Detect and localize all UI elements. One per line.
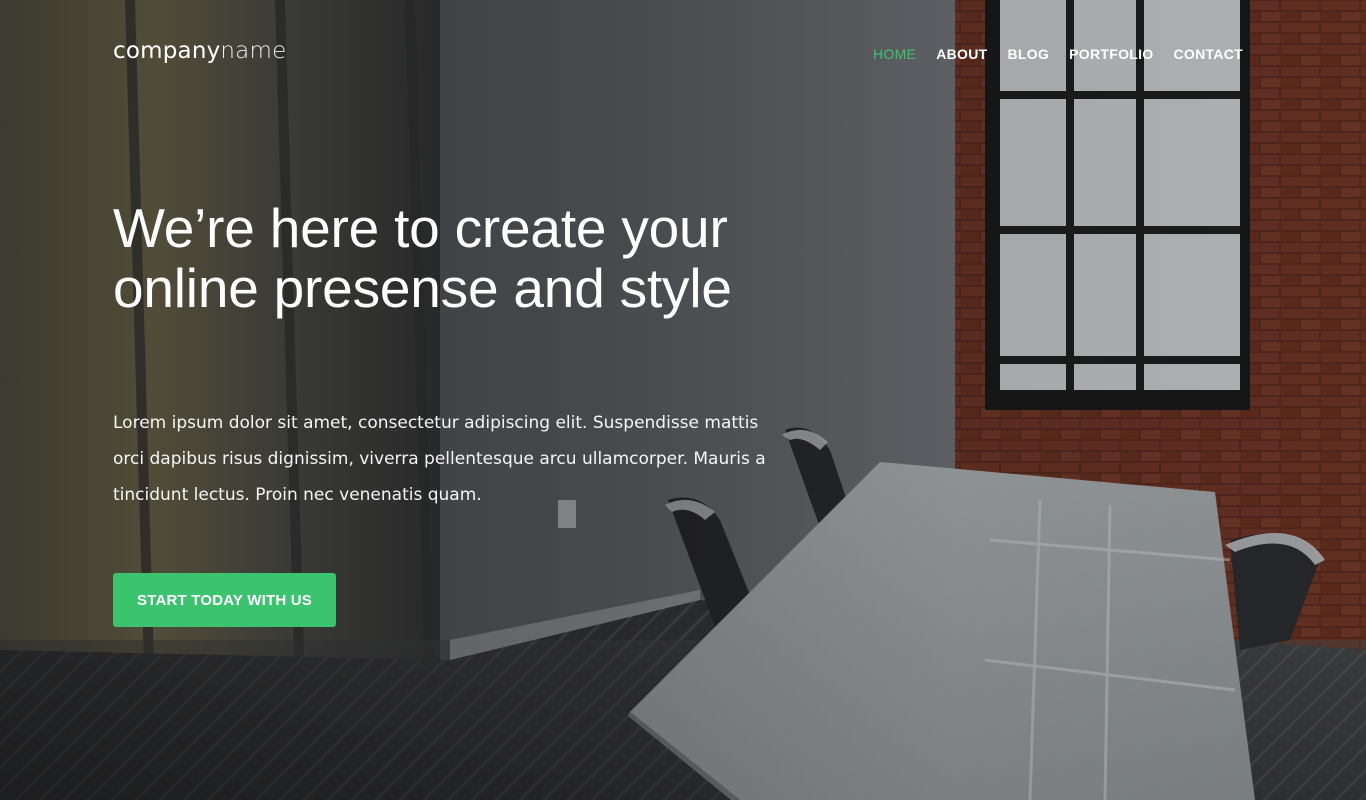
hero-headline: We’re here to create your online presens…: [113, 197, 732, 319]
hero-description: Lorem ipsum dolor sit amet, consectetur …: [113, 413, 766, 505]
nav-item-home[interactable]: HOME: [873, 44, 916, 64]
nav-item-portfolio[interactable]: PORTFOLIO: [1069, 44, 1153, 64]
logo-part-name: name: [220, 38, 287, 64]
start-today-button[interactable]: START TODAY WITH US: [113, 573, 336, 627]
dark-overlay: [0, 0, 1366, 800]
main-navigation: HOME ABOUT BLOG PORTFOLIO CONTACT: [873, 44, 1243, 64]
nav-item-about[interactable]: ABOUT: [936, 44, 987, 64]
company-logo[interactable]: companyname: [113, 36, 286, 66]
hero-section: companyname HOME ABOUT BLOG PORTFOLIO CO…: [0, 0, 1366, 800]
logo-part-company: company: [113, 38, 221, 64]
nav-item-blog[interactable]: BLOG: [1007, 44, 1049, 64]
nav-item-contact[interactable]: CONTACT: [1174, 44, 1244, 64]
